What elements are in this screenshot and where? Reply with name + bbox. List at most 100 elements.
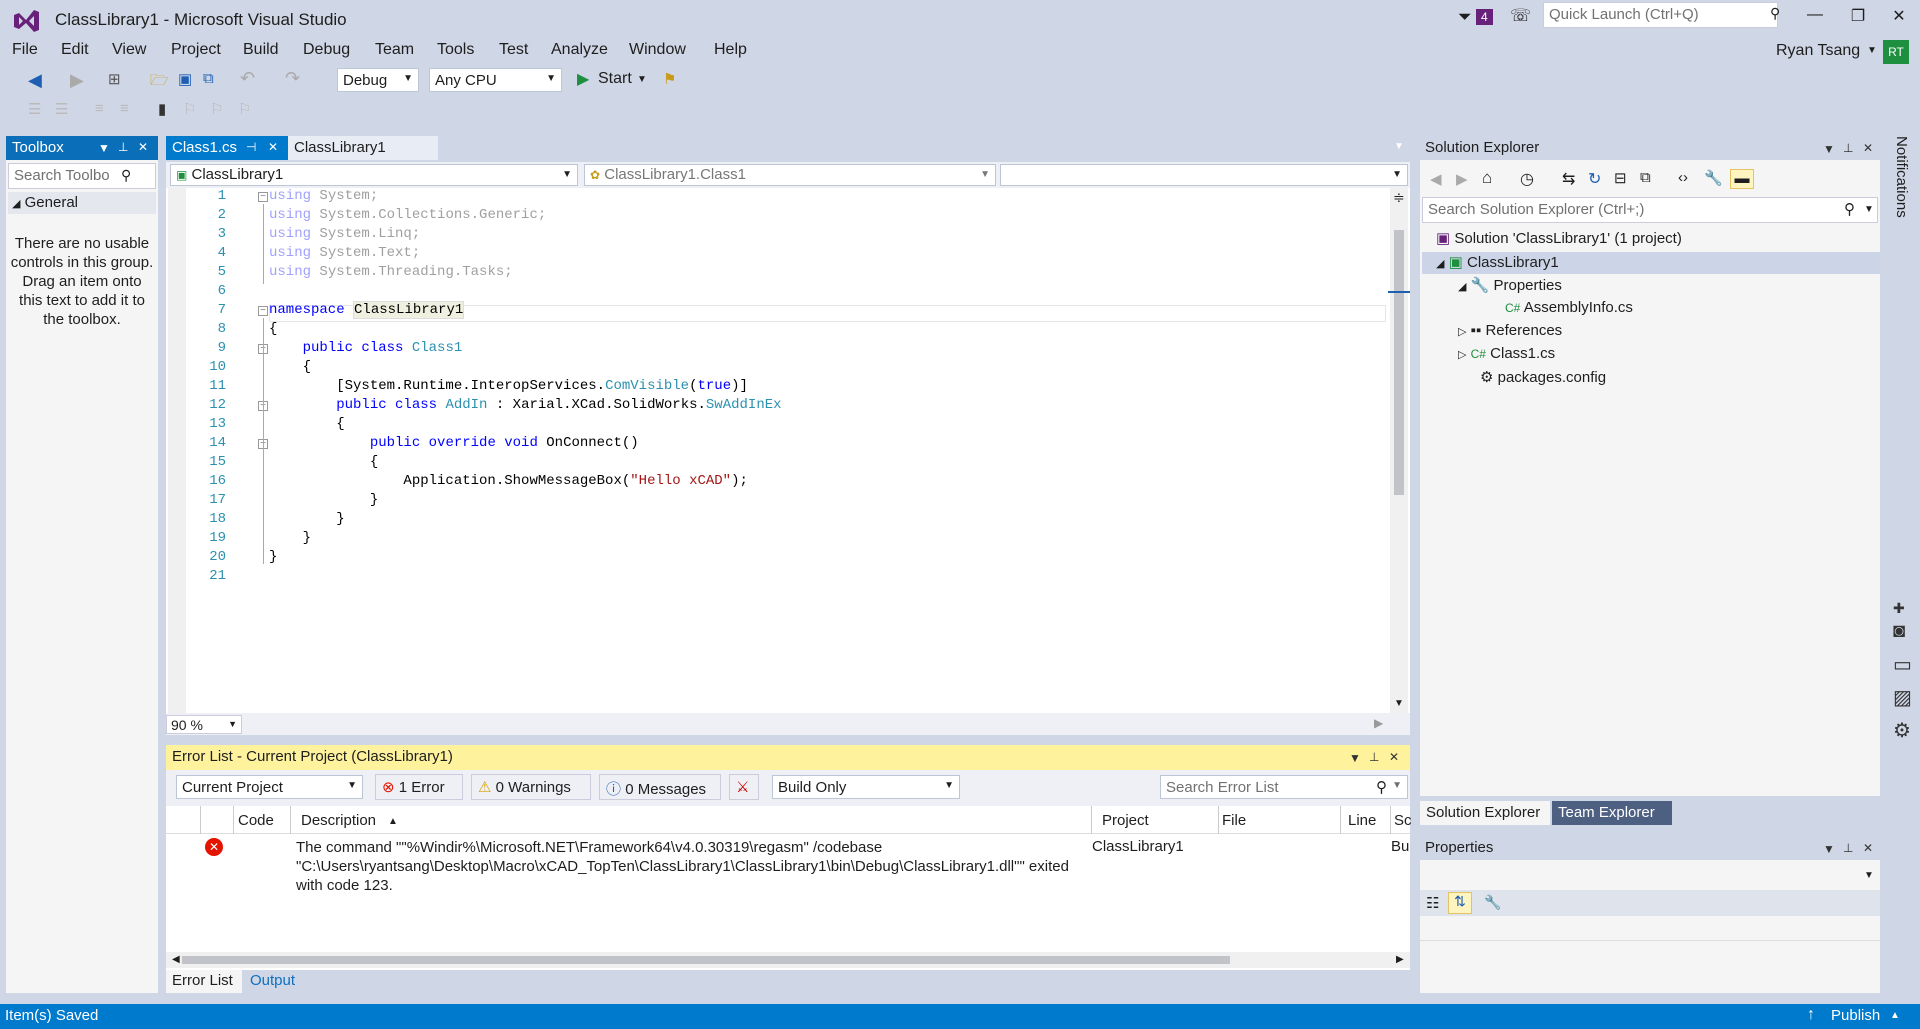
menu-edit[interactable]: Edit bbox=[61, 41, 89, 59]
outdent-icon[interactable]: ≡ bbox=[95, 100, 104, 117]
redo-icon[interactable]: ↷ bbox=[285, 68, 300, 89]
tab-classlibrary1[interactable]: ClassLibrary1 bbox=[288, 136, 438, 160]
scrollbar-thumb[interactable] bbox=[182, 956, 1230, 964]
solution-search-input[interactable]: Search Solution Explorer (Ctrl+;) bbox=[1422, 197, 1878, 223]
open-folder-icon[interactable]: 🗁 bbox=[150, 70, 169, 95]
solution-platform-select[interactable]: Any CPU ▼ bbox=[429, 68, 562, 92]
pending-changes-filter-icon[interactable]: ◷ bbox=[1520, 169, 1534, 189]
column-header-line[interactable]: Line bbox=[1348, 812, 1376, 829]
save-all-icon[interactable]: ⧉ bbox=[203, 70, 214, 87]
scrollbar-thumb[interactable] bbox=[1394, 230, 1404, 495]
chevron-down-icon[interactable]: ▼ bbox=[1823, 142, 1835, 156]
chevron-down-icon[interactable]: ▼ bbox=[1867, 45, 1877, 56]
comment-icon[interactable]: ☰ bbox=[28, 100, 41, 118]
close-button[interactable]: ✕ bbox=[1889, 6, 1909, 26]
menu-tools[interactable]: Tools bbox=[437, 41, 474, 59]
error-project[interactable]: ClassLibrary1 bbox=[1092, 838, 1184, 855]
chevron-down-icon[interactable]: ▼ bbox=[98, 141, 110, 155]
column-header-suppression[interactable]: Sc bbox=[1394, 812, 1412, 829]
column-header-project[interactable]: Project bbox=[1092, 812, 1149, 829]
back-icon[interactable]: ◀ bbox=[28, 70, 42, 91]
sync-icon[interactable]: ⇆ bbox=[1562, 169, 1575, 189]
avatar[interactable]: RT bbox=[1883, 40, 1909, 64]
menu-project[interactable]: Project bbox=[171, 41, 221, 59]
column-header-code[interactable]: Code bbox=[238, 812, 274, 829]
feedback-icon[interactable]: ☏ bbox=[1510, 6, 1531, 26]
properties-wrench-icon[interactable]: 🔧 bbox=[1704, 169, 1723, 187]
collapse-toggle[interactable]: − bbox=[258, 306, 268, 316]
drag-handle-icon[interactable]: ✚ bbox=[1893, 600, 1905, 617]
home-icon[interactable]: ⌂ bbox=[1482, 168, 1492, 188]
categorized-icon[interactable]: ☷ bbox=[1426, 894, 1439, 912]
pin-icon[interactable]: ⊥ bbox=[1369, 750, 1379, 764]
save-icon[interactable]: ▣ bbox=[178, 70, 192, 88]
tree-references[interactable]: ▷ ▪▪ References bbox=[1458, 322, 1562, 339]
pin-icon[interactable]: ⊥ bbox=[1843, 141, 1853, 155]
clear-filter-icon[interactable]: ⚔ bbox=[729, 774, 759, 800]
image-icon[interactable]: ▨ bbox=[1893, 685, 1912, 710]
error-description[interactable]: The command ""%Windir%\Microsoft.NET\Fra… bbox=[296, 838, 1086, 895]
chevron-down-icon[interactable]: ▼ bbox=[1864, 870, 1874, 881]
tree-project-classlibrary1[interactable]: ◢ ▣ ClassLibrary1 bbox=[1436, 253, 1559, 271]
member-nav-select[interactable]: ▼ bbox=[1000, 164, 1408, 186]
restore-button[interactable]: ❐ bbox=[1848, 6, 1868, 26]
warnings-filter-toggle[interactable]: ⚠ 0 Warnings bbox=[471, 774, 591, 800]
solution-configuration-select[interactable]: Debug ▼ bbox=[337, 68, 419, 92]
pin-icon[interactable]: ⊣ bbox=[246, 140, 256, 154]
scroll-right-icon[interactable]: ▶ bbox=[1396, 954, 1404, 965]
project-nav-select[interactable]: ▣ ClassLibrary1 ▼ bbox=[170, 164, 578, 186]
next-bookmark-icon[interactable]: ⚐ bbox=[210, 100, 223, 118]
build-filter-select[interactable]: Build Only ▼ bbox=[772, 775, 960, 799]
errors-filter-toggle[interactable]: ⊗ 1 Error bbox=[375, 774, 463, 800]
tab-team-explorer[interactable]: Team Explorer bbox=[1552, 801, 1672, 825]
tree-properties[interactable]: ◢ 🔧 Properties bbox=[1458, 276, 1562, 294]
menu-test[interactable]: Test bbox=[499, 41, 528, 59]
menu-view[interactable]: View bbox=[112, 41, 146, 59]
menu-analyze[interactable]: Analyze bbox=[551, 41, 608, 59]
scroll-right-icon[interactable]: ▶ bbox=[1374, 716, 1383, 730]
close-icon[interactable]: ✕ bbox=[268, 140, 278, 154]
close-icon[interactable]: ✕ bbox=[1863, 141, 1873, 155]
menu-debug[interactable]: Debug bbox=[303, 41, 350, 59]
publish-arrow-icon[interactable]: ↑ bbox=[1807, 1006, 1815, 1024]
forward-icon[interactable]: ▶ bbox=[1456, 170, 1468, 188]
camera-icon[interactable]: ◙ bbox=[1893, 620, 1905, 643]
publish-button[interactable]: Publish bbox=[1831, 1007, 1880, 1024]
tree-class1-cs[interactable]: ▷ C# Class1.cs bbox=[1458, 345, 1555, 362]
tree-solution[interactable]: ▣ Solution 'ClassLibrary1' (1 project) bbox=[1436, 229, 1682, 247]
prev-bookmark-icon[interactable]: ⚐ bbox=[183, 100, 196, 118]
show-all-files-icon[interactable]: ⧉ bbox=[1640, 169, 1651, 186]
split-icon[interactable]: ≑ bbox=[1393, 189, 1405, 206]
column-header-description[interactable]: Description bbox=[301, 812, 376, 829]
pin-icon[interactable]: ⊥ bbox=[1843, 841, 1853, 855]
view-code-icon[interactable]: ‹› bbox=[1678, 169, 1688, 186]
start-button[interactable]: Start bbox=[598, 70, 632, 88]
chevron-down-icon[interactable]: ▼ bbox=[1864, 204, 1874, 215]
notification-count-badge[interactable]: 4 bbox=[1476, 9, 1493, 25]
close-icon[interactable]: ✕ bbox=[1389, 750, 1399, 764]
settings-gear-icon[interactable]: ⚙ bbox=[1893, 718, 1911, 743]
scroll-left-icon[interactable]: ◀ bbox=[172, 954, 180, 965]
chevron-down-icon[interactable]: ▼ bbox=[1823, 842, 1835, 856]
messages-filter-toggle[interactable]: ⓘ 0 Messages bbox=[599, 774, 721, 800]
alphabetical-sort-icon[interactable]: ⇅ bbox=[1448, 892, 1472, 914]
refresh-icon[interactable]: ↻ bbox=[1588, 169, 1601, 189]
column-header-file[interactable]: File bbox=[1220, 812, 1246, 829]
start-play-icon[interactable]: ▶ bbox=[577, 69, 589, 89]
scope-select[interactable]: Current Project ▼ bbox=[176, 775, 363, 799]
type-nav-select[interactable]: ✿ ClassLibrary1.Class1 ▼ bbox=[584, 164, 996, 186]
toolbox-group-general[interactable]: ◢ General bbox=[8, 192, 156, 214]
indent-icon[interactable]: ≡ bbox=[120, 100, 129, 117]
close-icon[interactable]: ✕ bbox=[138, 140, 148, 154]
find-in-files-icon[interactable]: ⚑ bbox=[663, 70, 676, 88]
undo-icon[interactable]: ↶ bbox=[240, 68, 255, 89]
tab-class1-cs[interactable]: Class1.cs ⊣ ✕ bbox=[166, 136, 288, 160]
bookmark-icon[interactable]: ▮ bbox=[158, 100, 166, 118]
tab-output[interactable]: Output bbox=[244, 970, 306, 993]
clear-bookmarks-icon[interactable]: ⚐ bbox=[238, 100, 251, 118]
user-name[interactable]: Ryan Tsang bbox=[1776, 42, 1860, 60]
preview-selected-icon[interactable]: ▬ bbox=[1730, 169, 1754, 189]
tree-packages-config[interactable]: ⚙ packages.config bbox=[1480, 368, 1606, 386]
collapse-toggle[interactable]: − bbox=[258, 192, 268, 202]
menu-team[interactable]: Team bbox=[375, 41, 414, 59]
